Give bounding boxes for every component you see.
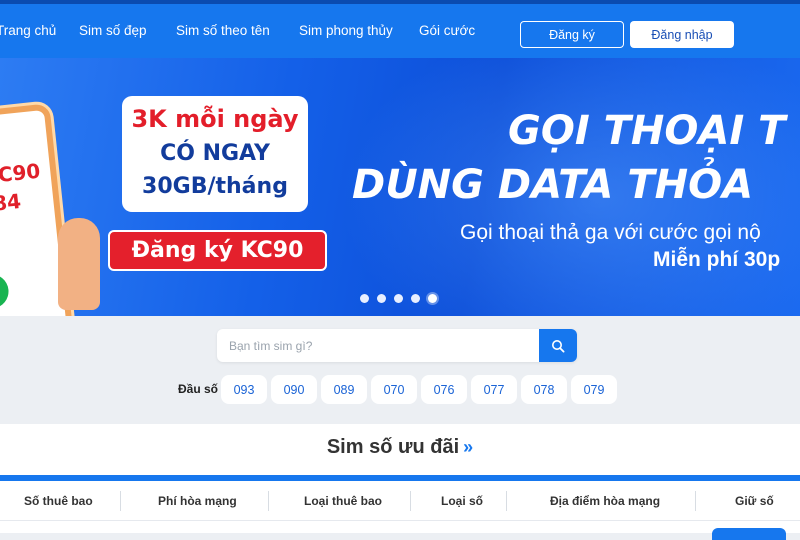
banner-subtitle-1: Gọi thoại thả ga với cước gọi nộ (460, 221, 761, 244)
search-box (217, 329, 577, 362)
prefix-chip[interactable]: 077 (471, 375, 517, 404)
promo-banner[interactable]: 6 KC90 9084 ✓ 3K mỗi ngày CÓ NGAY 30GB/t… (0, 58, 800, 316)
banner-headline-1: GỌI THOẠI T (508, 108, 786, 154)
prefix-chip[interactable]: 078 (521, 375, 567, 404)
promo-line-1: 3K mỗi ngày (131, 105, 299, 133)
search-button[interactable] (539, 329, 577, 362)
chevron-right-icon: » (463, 437, 474, 457)
prefix-chips: 093 090 089 070 076 077 078 079 (221, 375, 617, 404)
prefix-chip[interactable]: 079 (571, 375, 617, 404)
carousel-dot-active[interactable] (428, 294, 437, 303)
column-header: Số thuê bao (24, 494, 93, 508)
prefix-chip[interactable]: 093 (221, 375, 267, 404)
divider (0, 520, 800, 521)
column-header: Phí hòa mạng (158, 494, 237, 508)
offer-section: Sim số ưu đãi» Số thuê bao Phí hòa mạng … (0, 424, 800, 540)
column-header: Giữ số (735, 494, 774, 508)
search-input[interactable] (217, 329, 539, 362)
carousel-dot[interactable] (360, 294, 369, 303)
column-divider (120, 491, 121, 511)
prefix-chip[interactable]: 076 (421, 375, 467, 404)
carousel-dot[interactable] (394, 294, 403, 303)
phone-line-2: 9084 (0, 188, 23, 219)
section-title[interactable]: Sim số ưu đãi» (0, 436, 800, 459)
column-header: Loại thuê bao (304, 494, 382, 508)
column-divider (695, 491, 696, 511)
prefix-label: Đầu số (178, 382, 219, 396)
promo-card: 3K mỗi ngày CÓ NGAY 30GB/tháng (122, 96, 308, 212)
column-divider (506, 491, 507, 511)
carousel-dot[interactable] (411, 294, 420, 303)
checkmark-icon: ✓ (0, 272, 11, 311)
phone-line-1: 6 KC90 (0, 158, 42, 191)
register-button[interactable]: Đăng ký (520, 21, 624, 48)
search-icon (552, 339, 565, 353)
nav-item-sim-so-dep[interactable]: Sim số đẹp (79, 23, 147, 38)
hand-illustration (58, 218, 100, 310)
carousel-dots (360, 294, 437, 303)
promo-register-button[interactable]: Đăng ký KC90 (108, 230, 327, 271)
prefix-chip[interactable]: 089 (321, 375, 367, 404)
column-header: Loại số (441, 494, 484, 508)
column-divider (410, 491, 411, 511)
carousel-dot[interactable] (377, 294, 386, 303)
section-title-text: Sim số ưu đãi (326, 436, 460, 458)
banner-subtitle-2: Miễn phí 30p (653, 248, 781, 271)
promo-line-3: 30GB/tháng (142, 174, 288, 199)
banner-headline-2: DÙNG DATA THỎA (352, 162, 754, 208)
nav-item-sim-phong-thuy[interactable]: Sim phong thủy (299, 23, 393, 38)
login-button[interactable]: Đăng nhập (630, 21, 734, 48)
row-action-button[interactable] (712, 528, 786, 540)
prefix-chip[interactable]: 090 (271, 375, 317, 404)
nav-item-home[interactable]: Trang chủ (0, 23, 56, 38)
prefix-chip[interactable]: 070 (371, 375, 417, 404)
table-header: Số thuê bao Phí hòa mạng Loại thuê bao L… (0, 481, 800, 521)
top-navbar: Trang chủ Sim số đẹp Sim số theo tên Sim… (0, 0, 800, 58)
nav-item-sim-theo-ten[interactable]: Sim số theo tên (176, 23, 270, 38)
column-header: Địa điểm hòa mạng (550, 494, 661, 508)
column-divider (268, 491, 269, 511)
promo-line-2: CÓ NGAY (160, 141, 270, 166)
nav-item-goi-cuoc[interactable]: Gói cước (419, 23, 475, 38)
